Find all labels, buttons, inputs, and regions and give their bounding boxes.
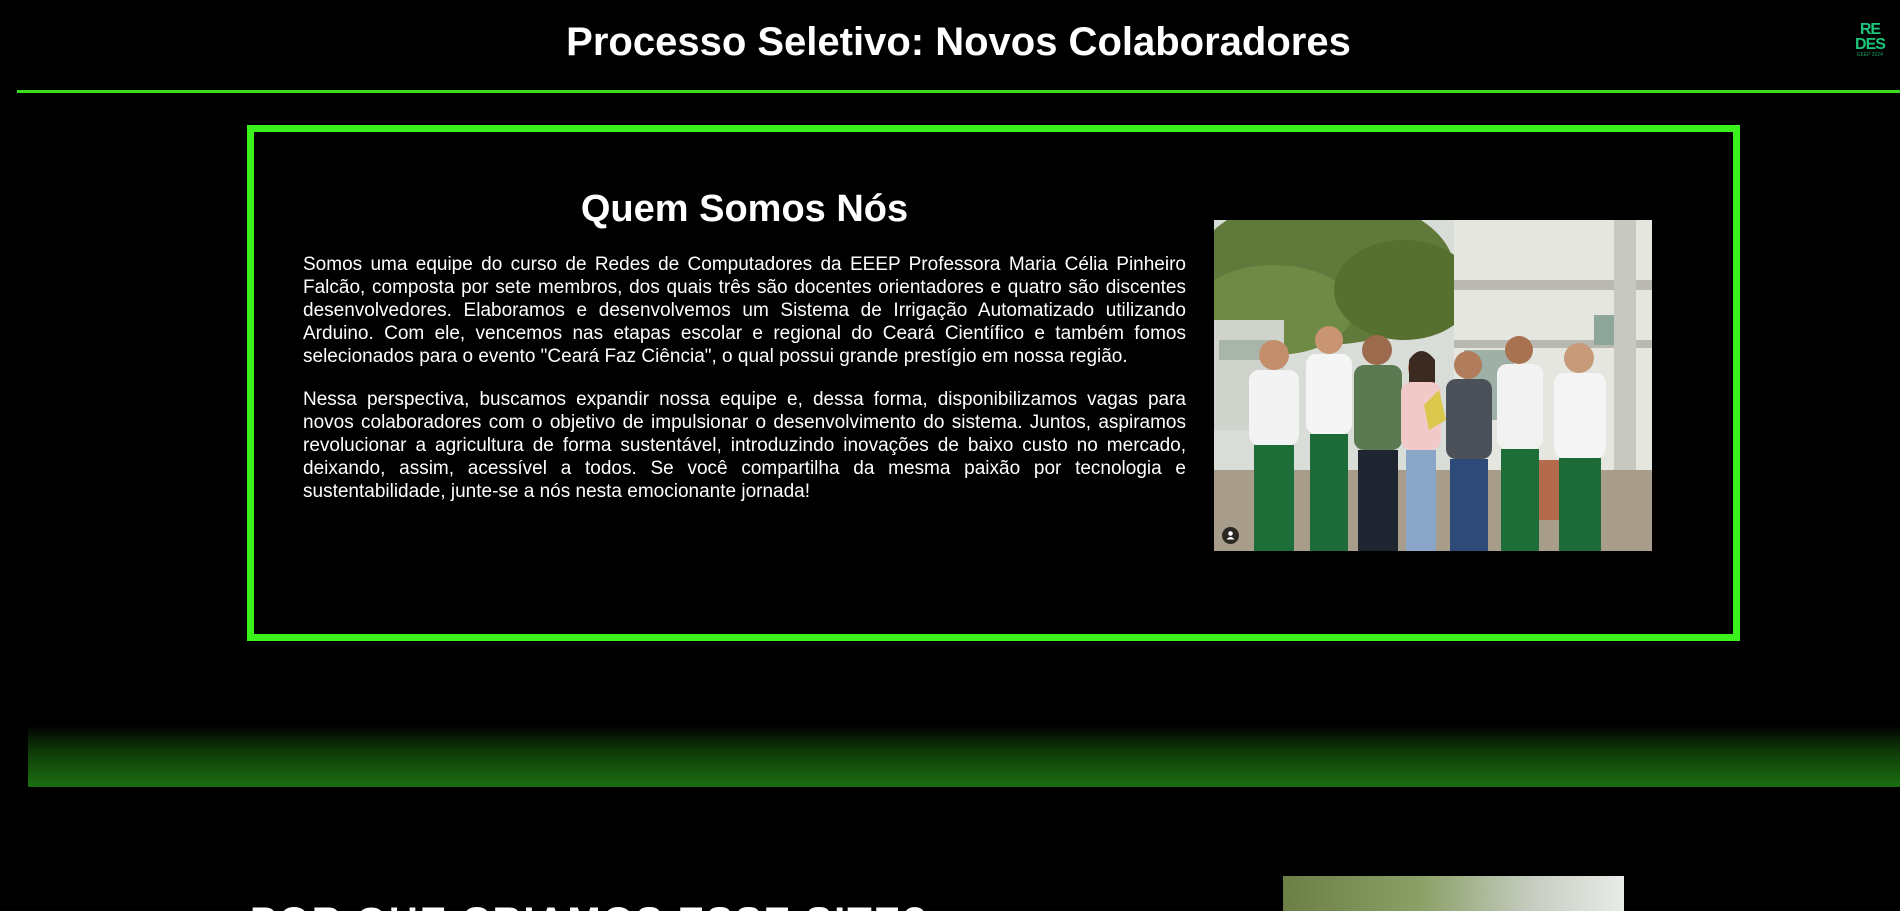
section-divider-gradient — [28, 725, 1900, 787]
team-photo-illustration — [1214, 220, 1652, 551]
page: Processo Seletivo: Novos Colaboradores R… — [0, 0, 1900, 911]
site-header: Processo Seletivo: Novos Colaboradores R… — [17, 0, 1900, 93]
about-title: Quem Somos Nós — [580, 188, 909, 230]
user-icon-glyph — [1226, 531, 1235, 540]
team-photo — [1214, 220, 1652, 551]
next-section-photo — [1283, 876, 1624, 911]
page-title: Processo Seletivo: Novos Colaboradores — [566, 20, 1351, 64]
about-paragraph-1: Somos uma equipe do curso de Redes de Co… — [303, 254, 1186, 367]
logo-text-line2: DES — [1855, 36, 1886, 53]
next-section-title: POR QUE CRIAMOS ESSE SITE? — [250, 900, 929, 911]
logo-text-line1: RE — [1859, 21, 1881, 38]
about-paragraph-2: Nessa perspectiva, buscamos expandir nos… — [303, 389, 1186, 502]
redes-logo[interactable]: RE DES EEEP 2024 — [1850, 22, 1890, 68]
user-icon[interactable] — [1222, 527, 1239, 544]
logo-subtext: EEEP 2024 — [1857, 52, 1883, 58]
about-section-text: Quem Somos Nós Somos uma equipe do curso… — [303, 185, 1186, 523]
